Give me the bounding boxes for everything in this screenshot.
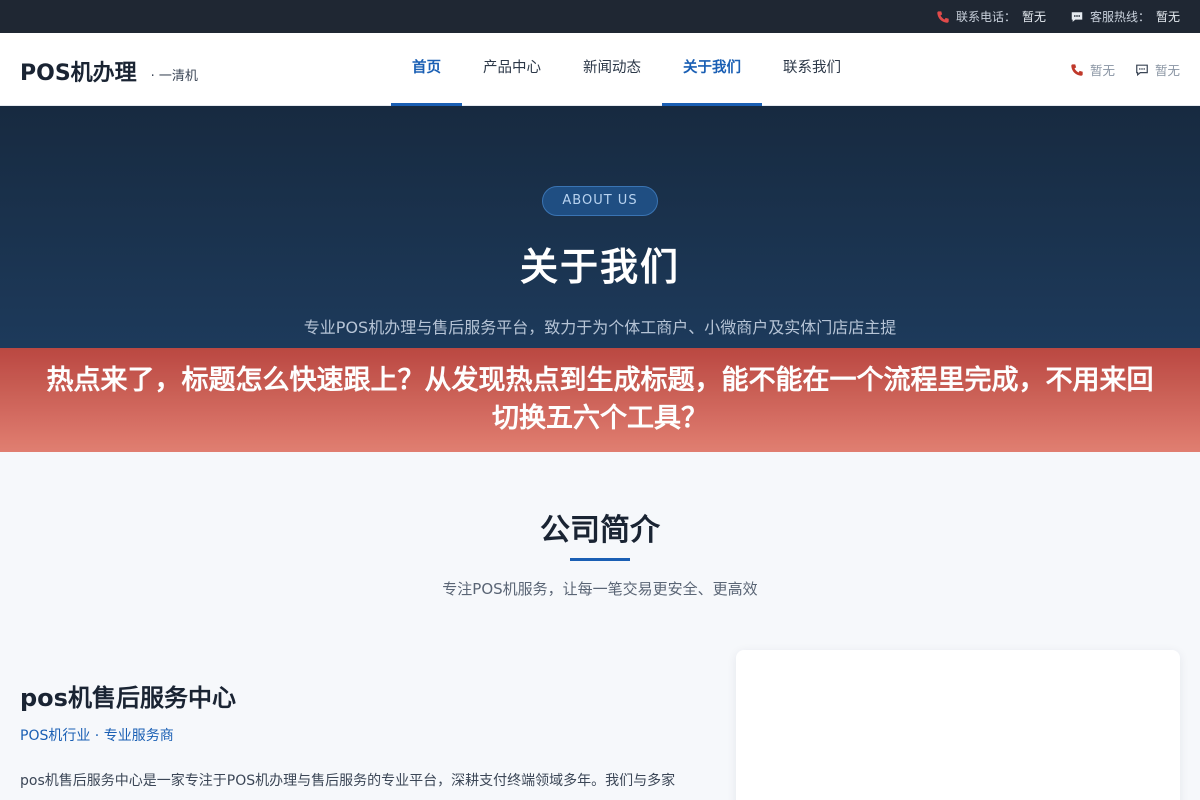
section-title: 公司简介 — [540, 513, 660, 548]
main-nav: 首页 产品中心 新闻动态 关于我们 联系我们 — [391, 33, 862, 106]
chat-icon — [1136, 64, 1148, 76]
nav-item-news[interactable]: 新闻动态 — [562, 33, 662, 106]
topbar-service[interactable]: 客服热线： 暂无 — [1070, 8, 1180, 25]
top-utility-bar: 联系电话： 暂无 客服热线： 暂无 — [0, 0, 1200, 33]
header-phone[interactable]: 暂无 — [1070, 60, 1115, 79]
hero-title: 关于我们 — [519, 245, 680, 289]
section-divider — [570, 558, 630, 561]
headline-banner: 热点来了，标题怎么快速跟上？从发现热点到生成标题，能不能在一个流程里完成，不用来… — [0, 348, 1200, 452]
nav-item-about[interactable]: 关于我们 — [662, 33, 762, 106]
intro-tag: POS机行业 · 专业服务商 — [20, 728, 174, 744]
logo-subtitle: · 一清机 — [150, 69, 198, 84]
header-chat-value: 暂无 — [1154, 63, 1180, 78]
logo-text: POS机办理 — [20, 61, 137, 86]
topbar-service-value: 暂无 — [1155, 10, 1180, 24]
about-hero: ABOUT US 关于我们 专业POS机办理与售后服务平台，致力于为个体工商户、… — [0, 106, 1200, 348]
hero-description: 专业POS机办理与售后服务平台，致力于为个体工商户、小微商户及实体门店店主提供安… — [303, 318, 897, 337]
company-intro: pos机售后服务中心 POS机行业 · 专业服务商 pos机售后服务中心是一家专… — [20, 678, 685, 800]
topbar-phone-value: 暂无 — [1021, 10, 1046, 24]
hero-badge: ABOUT US — [542, 186, 658, 216]
nav-item-home[interactable]: 首页 — [391, 33, 462, 106]
nav-item-products[interactable]: 产品中心 — [462, 33, 562, 106]
topbar-phone-label: 联系电话： — [955, 10, 1016, 24]
topbar-service-label: 客服热线： — [1089, 10, 1150, 24]
phone-icon — [937, 10, 949, 23]
header-chat[interactable]: 暂无 — [1135, 60, 1180, 79]
topbar-phone[interactable]: 联系电话： 暂无 — [936, 8, 1046, 25]
chat-icon — [1071, 11, 1083, 22]
intro-text: pos机售后服务中心是一家专注于POS机办理与售后服务的专业平台，深耕支付终端领… — [20, 773, 676, 789]
header-contact: 暂无 暂无 — [1070, 33, 1180, 106]
section-subtitle: 专注POS机服务，让每一笔交易更安全、更高效 — [442, 580, 758, 598]
banner-text: 热点来了，标题怎么快速跟上？从发现热点到生成标题，能不能在一个流程里完成，不用来… — [46, 365, 1154, 434]
phone-icon — [1071, 63, 1083, 76]
nav-item-contact[interactable]: 联系我们 — [762, 33, 862, 106]
intro-title: pos机售后服务中心 — [20, 684, 236, 712]
intro-image-card — [736, 650, 1180, 800]
header-phone-value: 暂无 — [1089, 63, 1115, 78]
site-logo[interactable]: POS机办理 · 一清机 — [20, 55, 198, 87]
site-header: POS机办理 · 一清机 首页 产品中心 新闻动态 关于我们 联系我们 暂无 暂… — [0, 33, 1200, 106]
